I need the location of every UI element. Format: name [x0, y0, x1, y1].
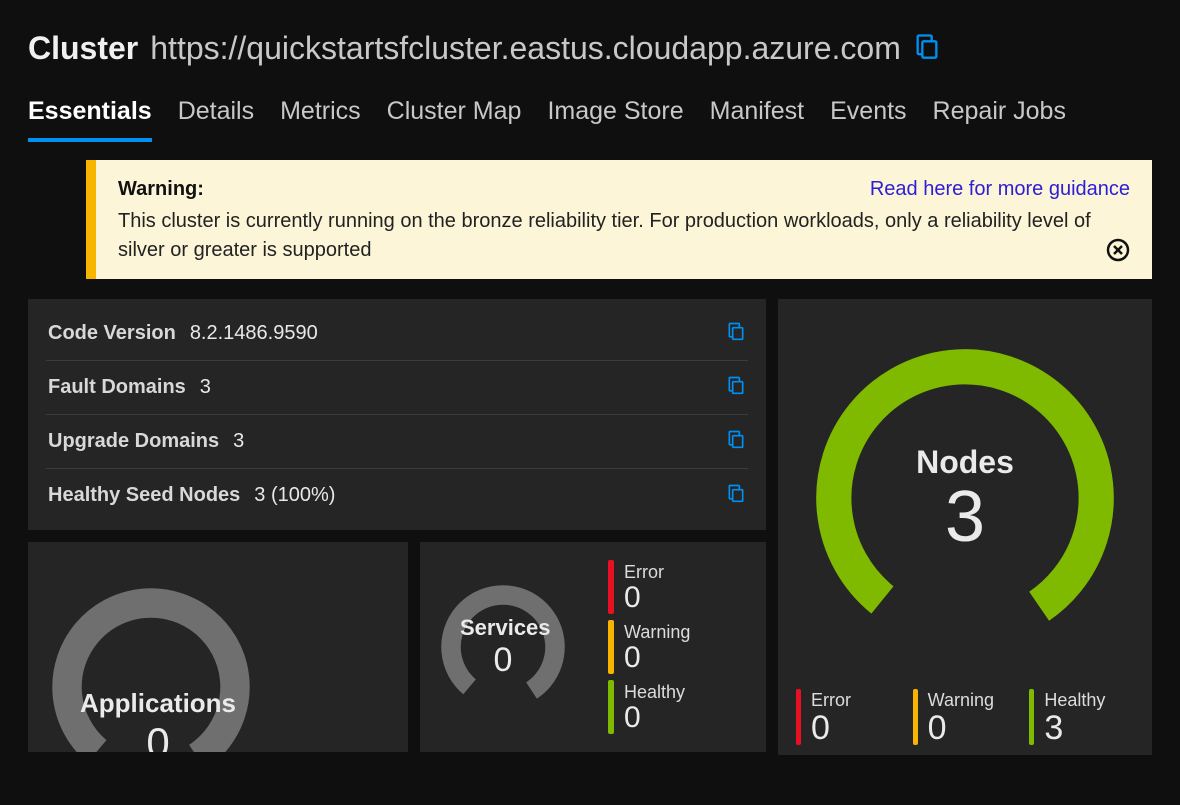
status-item-warning: Warning 0	[913, 689, 1018, 745]
status-label: Warning	[928, 690, 994, 711]
status-value: 0	[624, 643, 690, 673]
services-label: Services	[460, 615, 546, 641]
nodes-panel: Nodes 3 Error 0 Warning 0	[778, 299, 1152, 755]
status-item-healthy: Healthy 0	[608, 680, 690, 734]
status-label: Warning	[624, 622, 690, 643]
main-grid: Code Version 8.2.1486.9590 Fault Domains…	[0, 279, 1180, 755]
status-item-warning: Warning 0	[608, 620, 690, 674]
cluster-url: https://quickstartsfcluster.eastus.cloud…	[150, 30, 901, 67]
status-value: 0	[811, 711, 851, 745]
info-value: 8.2.1486.9590	[190, 322, 318, 345]
status-value: 0	[624, 703, 685, 733]
status-bar-error-icon	[608, 560, 614, 614]
nodes-label: Nodes	[916, 444, 1014, 481]
services-panel: Services 0 Error 0	[420, 542, 766, 752]
copy-icon[interactable]	[726, 429, 746, 454]
info-label: Healthy Seed Nodes	[48, 484, 240, 507]
copy-icon[interactable]	[726, 375, 746, 400]
tab-repair-jobs[interactable]: Repair Jobs	[933, 97, 1066, 142]
tab-image-store[interactable]: Image Store	[547, 97, 683, 142]
info-row-fault-domains: Fault Domains 3	[46, 361, 748, 415]
copy-icon[interactable]	[726, 321, 746, 346]
tab-metrics[interactable]: Metrics	[280, 97, 361, 142]
status-value: 0	[928, 711, 994, 745]
info-label: Fault Domains	[48, 376, 186, 399]
tab-events[interactable]: Events	[830, 97, 906, 142]
info-value: 3	[200, 376, 211, 399]
status-label: Error	[624, 562, 664, 583]
info-label: Code Version	[48, 322, 176, 345]
warning-guidance-link[interactable]: Read here for more guidance	[870, 178, 1130, 201]
info-value: 3	[233, 430, 244, 453]
nodes-count: 3	[916, 481, 1014, 553]
nodes-status-row: Error 0 Warning 0 Healthy 3	[796, 679, 1134, 745]
status-label: Healthy	[624, 682, 685, 703]
warning-banner: Warning: Read here for more guidance Thi…	[86, 160, 1152, 279]
status-value: 3	[1044, 711, 1105, 745]
close-icon[interactable]	[1106, 238, 1130, 267]
cluster-info-panel: Code Version 8.2.1486.9590 Fault Domains…	[28, 299, 766, 530]
status-bar-error-icon	[796, 689, 801, 745]
applications-label: Applications	[80, 688, 236, 719]
cluster-title: Cluster	[28, 30, 138, 67]
status-bar-healthy-icon	[608, 680, 614, 734]
tabs: Essentials Details Metrics Cluster Map I…	[0, 77, 1180, 142]
info-row-healthy-seed-nodes: Healthy Seed Nodes 3 (100%)	[46, 469, 748, 522]
tab-cluster-map[interactable]: Cluster Map	[387, 97, 522, 142]
status-item-error: Error 0	[608, 560, 690, 614]
applications-panel: Applications 0	[28, 542, 408, 752]
tab-essentials[interactable]: Essentials	[28, 97, 152, 142]
copy-icon[interactable]	[726, 483, 746, 508]
services-status-list: Error 0 Warning 0 Heal	[608, 560, 690, 734]
tab-manifest[interactable]: Manifest	[710, 97, 804, 142]
info-row-upgrade-domains: Upgrade Domains 3	[46, 415, 748, 469]
info-label: Upgrade Domains	[48, 430, 219, 453]
status-item-healthy: Healthy 3	[1029, 689, 1134, 745]
status-label: Error	[811, 690, 851, 711]
cluster-header: Cluster https://quickstartsfcluster.east…	[0, 0, 1180, 77]
copy-url-icon[interactable]	[913, 32, 941, 65]
status-bar-warning-icon	[913, 689, 918, 745]
status-value: 0	[624, 583, 664, 613]
tab-details[interactable]: Details	[178, 97, 254, 142]
status-label: Healthy	[1044, 690, 1105, 711]
status-item-error: Error 0	[796, 689, 901, 745]
warning-text: This cluster is currently running on the…	[118, 207, 1128, 265]
info-row-code-version: Code Version 8.2.1486.9590	[46, 307, 748, 361]
info-value: 3 (100%)	[254, 484, 335, 507]
services-count: 0	[460, 641, 546, 680]
warning-title: Warning:	[118, 178, 204, 200]
status-bar-healthy-icon	[1029, 689, 1034, 745]
applications-count: 0	[80, 719, 236, 753]
status-bar-warning-icon	[608, 620, 614, 674]
